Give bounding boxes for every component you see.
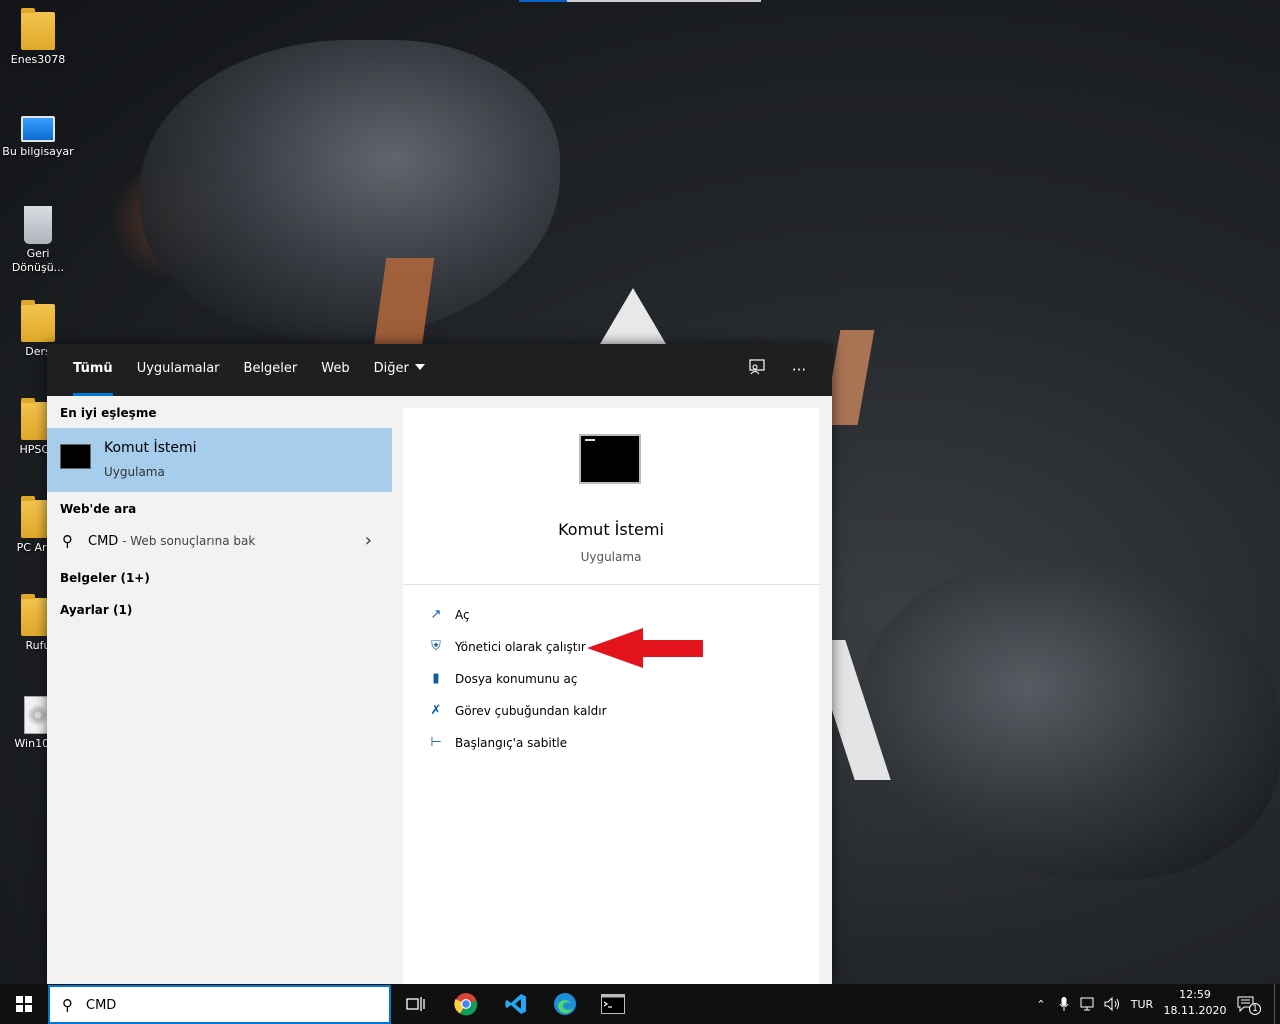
wallpaper-line bbox=[519, 0, 567, 2]
detail-subtitle: Uygulama bbox=[580, 550, 642, 564]
feedback-button[interactable] bbox=[745, 358, 769, 382]
cmd-icon bbox=[60, 444, 91, 469]
action-center-button[interactable]: 1 bbox=[1232, 984, 1266, 1024]
volume-button[interactable] bbox=[1101, 984, 1125, 1024]
search-icon: ⚲ bbox=[62, 532, 73, 550]
wallpaper-rock bbox=[860, 560, 1280, 880]
network-button[interactable] bbox=[1077, 984, 1099, 1024]
microphone-button[interactable] bbox=[1054, 984, 1074, 1024]
tab-more-label: Diğer bbox=[373, 361, 409, 376]
cmd-icon bbox=[579, 434, 641, 484]
tab-web[interactable]: Web bbox=[309, 344, 361, 396]
windows-icon bbox=[16, 996, 32, 1012]
chevron-up-icon: ⌃ bbox=[1036, 997, 1046, 1011]
best-match-subtitle: Uygulama bbox=[104, 465, 165, 479]
microphone-icon bbox=[1059, 997, 1069, 1011]
feedback-icon bbox=[749, 359, 765, 375]
chevron-right-icon: › bbox=[364, 530, 372, 551]
action-label: Aç bbox=[455, 608, 470, 622]
clock-date: 18.11.2020 bbox=[1163, 1004, 1227, 1017]
recycle-bin-icon bbox=[24, 206, 52, 244]
notification-count: 1 bbox=[1249, 1003, 1261, 1015]
best-match-title: Komut İstemi bbox=[104, 440, 197, 456]
taskbar-search-box[interactable]: ⚲ bbox=[48, 985, 391, 1024]
open-icon: ↗ bbox=[430, 607, 442, 622]
tab-documents[interactable]: Belgeler bbox=[232, 344, 310, 396]
clock-time: 12:59 bbox=[1179, 988, 1211, 1001]
action-label: Görev çubuğundan kaldır bbox=[455, 704, 607, 718]
desktop-icon-this-pc[interactable]: Bu bilgisayar bbox=[0, 108, 76, 159]
start-button[interactable] bbox=[0, 984, 48, 1024]
wallpaper-shape bbox=[373, 258, 435, 348]
results-list: En iyi eşleşme Komut İstemi Uygulama Web… bbox=[47, 396, 403, 984]
edge-icon bbox=[554, 993, 576, 1015]
more-icon: ··· bbox=[791, 361, 807, 379]
action-open[interactable]: ↗ Aç bbox=[427, 604, 470, 626]
desktop-icon-label: Geri Dönüşü... bbox=[11, 247, 65, 274]
show-hidden-icons-button[interactable]: ⌃ bbox=[1030, 984, 1052, 1024]
folder-icon bbox=[21, 300, 55, 342]
web-result-suffix: - Web sonuçlarına bak bbox=[118, 534, 256, 548]
desktop-icon-label: Bu bilgisayar bbox=[2, 145, 74, 158]
user-folder-icon bbox=[21, 8, 55, 50]
divider bbox=[403, 584, 819, 585]
tab-apps[interactable]: Uygulamalar bbox=[125, 344, 232, 396]
web-search-result[interactable]: ⚲ CMD - Web sonuçlarına bak › bbox=[47, 524, 392, 560]
action-pin-start[interactable]: ⊢ Başlangıç'a sabitle bbox=[427, 732, 567, 754]
red-arrow-annotation bbox=[587, 628, 703, 668]
folder-location-icon: ▮ bbox=[432, 671, 440, 686]
network-icon bbox=[1080, 997, 1094, 1011]
desktop-icon-user-folder[interactable]: Enes3078 bbox=[0, 8, 76, 67]
more-options-button[interactable]: ··· bbox=[787, 358, 811, 382]
unpin-icon: ✗ bbox=[430, 703, 442, 718]
action-label: Dosya konumunu aç bbox=[455, 672, 578, 686]
tab-more[interactable]: Diğer bbox=[362, 344, 437, 396]
wallpaper-triangle bbox=[600, 288, 666, 344]
wallpaper-rock bbox=[140, 40, 560, 340]
search-input[interactable] bbox=[86, 995, 376, 1015]
computer-icon bbox=[21, 116, 55, 142]
tab-all[interactable]: Tümü bbox=[61, 344, 125, 396]
desktop-icon-recycle-bin[interactable]: Geri Dönüşü... bbox=[0, 206, 76, 275]
vscode-icon bbox=[505, 994, 526, 1014]
web-search-heading: Web'de ara bbox=[60, 502, 137, 516]
action-label: Yönetici olarak çalıştır bbox=[455, 640, 586, 654]
detail-card: Komut İstemi Uygulama ↗ Aç ⛨ Yönetici ol… bbox=[403, 408, 819, 984]
detail-title: Komut İstemi bbox=[558, 520, 664, 539]
clock-button[interactable]: 12:59 18.11.2020 bbox=[1160, 987, 1230, 1019]
taskbar-chrome[interactable] bbox=[442, 984, 490, 1024]
task-view-button[interactable] bbox=[392, 984, 440, 1024]
cmd-icon bbox=[601, 994, 625, 1014]
taskbar-cmd[interactable] bbox=[589, 984, 637, 1024]
taskbar-edge[interactable] bbox=[541, 984, 589, 1024]
documents-heading[interactable]: Belgeler (1+) bbox=[47, 571, 150, 585]
language-label: TUR bbox=[1130, 997, 1154, 1011]
wallpaper-line bbox=[567, 0, 761, 2]
shield-icon: ⛨ bbox=[431, 639, 441, 654]
best-match-result[interactable]: Komut İstemi Uygulama bbox=[47, 428, 392, 492]
chevron-down-icon bbox=[414, 364, 425, 370]
chrome-icon bbox=[454, 993, 478, 1016]
web-result-text: CMD - Web sonuçlarına bak bbox=[88, 534, 255, 549]
best-match-heading: En iyi eşleşme bbox=[60, 406, 157, 420]
input-language-button[interactable]: TUR bbox=[1126, 984, 1158, 1024]
desktop-icon-label: Enes3078 bbox=[10, 53, 66, 66]
task-view-icon bbox=[406, 997, 425, 1011]
action-open-file-location[interactable]: ▮ Dosya konumunu aç bbox=[427, 668, 577, 690]
wallpaper-glow bbox=[110, 160, 230, 280]
action-label: Başlangıç'a sabitle bbox=[455, 736, 568, 750]
search-panel: Tümü Uygulamalar Belgeler Web Diğer ··· … bbox=[47, 344, 832, 984]
settings-heading[interactable]: Ayarlar (1) bbox=[47, 603, 132, 617]
pin-icon: ⊢ bbox=[430, 735, 442, 750]
action-run-as-admin[interactable]: ⛨ Yönetici olarak çalıştır bbox=[427, 636, 586, 658]
show-desktop-divider[interactable] bbox=[1274, 984, 1275, 1024]
volume-icon bbox=[1104, 997, 1119, 1011]
search-tabs: Tümü Uygulamalar Belgeler Web Diğer ··· bbox=[47, 344, 832, 396]
search-icon: ⚲ bbox=[62, 996, 73, 1014]
web-result-query: CMD bbox=[88, 534, 119, 549]
taskbar-vscode[interactable] bbox=[492, 984, 540, 1024]
detail-pane: Komut İstemi Uygulama ↗ Aç ⛨ Yönetici ol… bbox=[403, 396, 832, 984]
action-unpin-taskbar[interactable]: ✗ Görev çubuğundan kaldır bbox=[427, 700, 607, 722]
